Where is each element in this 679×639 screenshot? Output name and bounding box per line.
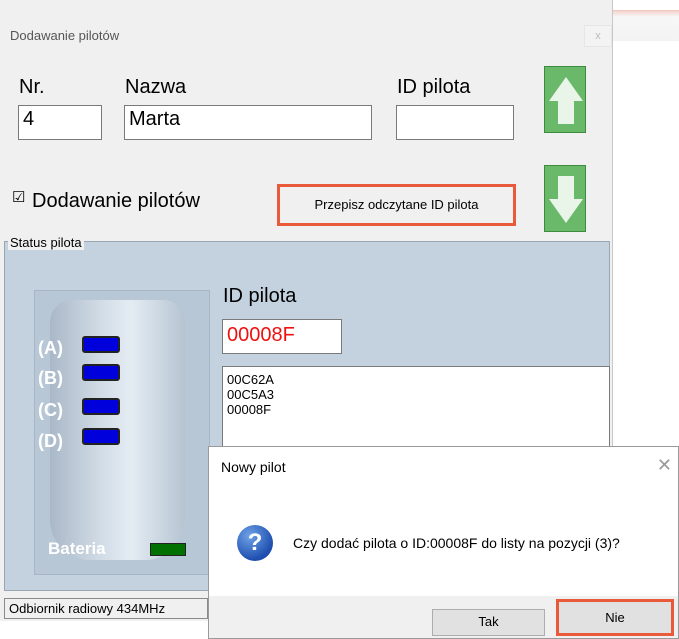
background-window-titlebar bbox=[612, 10, 679, 41]
arrow-up-icon bbox=[549, 77, 583, 124]
window-title: Dodawanie pilotów bbox=[10, 28, 120, 43]
arrow-down-icon bbox=[549, 176, 583, 223]
confirm-dialog: Nowy pilot ✕ ? Czy dodać pilota o ID:000… bbox=[208, 446, 679, 639]
dialog-close-icon[interactable]: ✕ bbox=[657, 455, 672, 476]
name-label: Nazwa bbox=[125, 76, 187, 98]
remote-button-a-indicator bbox=[82, 336, 120, 353]
remote-button-b-label: (B) bbox=[38, 368, 63, 388]
move-up-button[interactable] bbox=[544, 66, 586, 133]
status-bar: Odbiornik radiowy 434MHz bbox=[4, 598, 208, 619]
nr-label: Nr. bbox=[19, 76, 45, 98]
list-item[interactable]: 00C5A3 bbox=[227, 387, 605, 402]
remote-button-d-indicator bbox=[82, 428, 120, 445]
remote-button-d-label: (D) bbox=[38, 431, 63, 451]
dialog-title: Nowy pilot bbox=[221, 459, 286, 475]
window-close-button[interactable]: x bbox=[584, 25, 612, 47]
list-item[interactable]: 00008F bbox=[227, 402, 605, 417]
id-pilota-title: ID pilota bbox=[223, 285, 297, 307]
remote-button-c-label: (C) bbox=[38, 400, 63, 420]
move-down-button[interactable] bbox=[544, 165, 586, 232]
remote-button-b-indicator bbox=[82, 364, 120, 381]
rewrite-id-button[interactable]: Przepisz odczytane ID pilota bbox=[277, 184, 516, 226]
add-remotes-checkbox[interactable]: ☑ bbox=[12, 190, 26, 205]
remote-button-a-label: (A) bbox=[38, 338, 63, 358]
dialog-message: Czy dodać pilota o ID:00008F do listy na… bbox=[293, 535, 620, 551]
no-button[interactable]: Nie bbox=[556, 599, 674, 636]
status-group-legend: Status pilota bbox=[8, 235, 84, 250]
add-remotes-checkbox-label[interactable]: Dodawanie pilotów bbox=[32, 190, 200, 213]
id-pilota-input[interactable] bbox=[396, 105, 514, 140]
current-id-field[interactable]: 00008F bbox=[222, 319, 342, 354]
nr-input[interactable]: 4 bbox=[18, 105, 102, 140]
yes-button[interactable]: Tak bbox=[432, 609, 545, 636]
remote-button-c-indicator bbox=[82, 398, 120, 415]
id-pilota-label: ID pilota bbox=[397, 76, 471, 98]
question-icon: ? bbox=[237, 525, 273, 561]
list-item[interactable]: 00C62A bbox=[227, 372, 605, 387]
name-input[interactable]: Marta bbox=[124, 105, 372, 140]
battery-indicator bbox=[150, 543, 186, 556]
battery-label: Bateria bbox=[48, 539, 106, 558]
